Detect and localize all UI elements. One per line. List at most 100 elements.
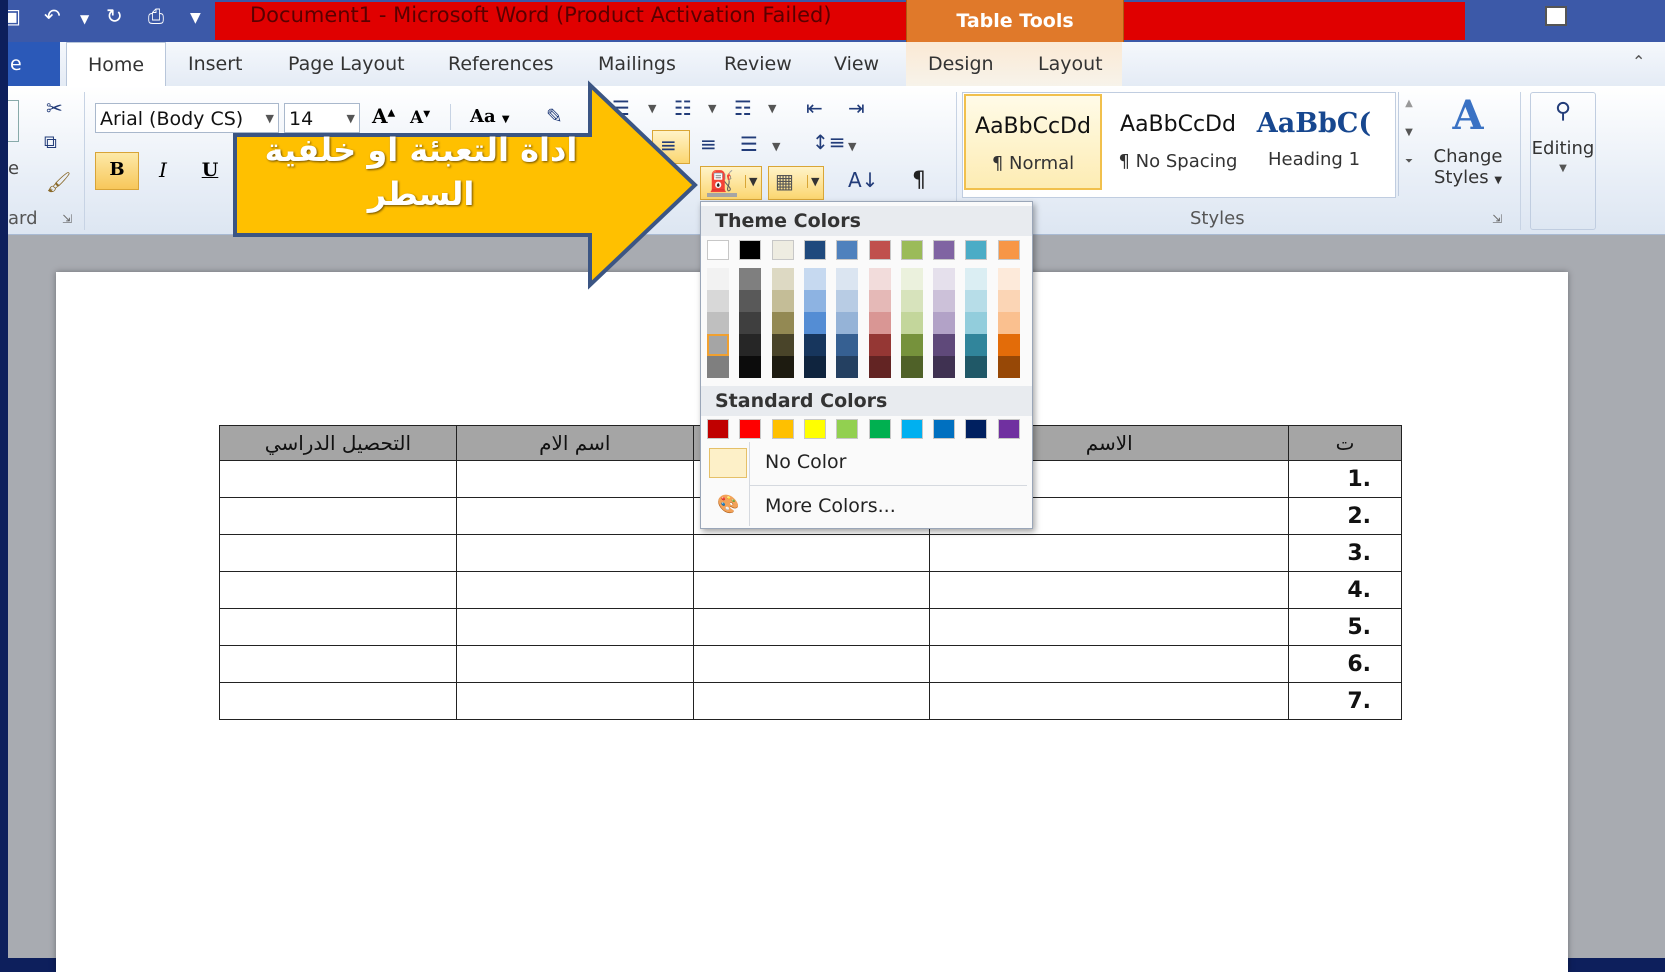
theme-color-swatch[interactable] <box>803 240 826 260</box>
row-number[interactable]: .3 <box>1288 534 1402 572</box>
line-spacing-icon[interactable]: ↕≡ <box>812 130 846 154</box>
theme-shade-swatch[interactable] <box>900 334 923 356</box>
paste-icon[interactable] <box>8 100 19 142</box>
theme-shade-swatch[interactable] <box>900 312 923 334</box>
shading-button[interactable]: ⛽ ▼ <box>700 166 762 200</box>
style-normal[interactable]: AaBbCcDd ¶ Normal <box>964 94 1102 190</box>
row-number[interactable]: .7 <box>1288 682 1402 720</box>
style-heading-1[interactable]: AaBbC( Heading 1 <box>1252 94 1376 190</box>
restore-window-button[interactable] <box>1545 6 1567 26</box>
increase-indent-icon[interactable]: ⇥ <box>848 96 865 120</box>
tab-review[interactable]: Review <box>724 42 792 86</box>
editing-button[interactable]: ⚲ Editing ▼ <box>1530 92 1596 230</box>
multilevel-dropdown-icon[interactable]: ▼ <box>768 102 776 115</box>
standard-color-swatch[interactable] <box>933 419 956 439</box>
theme-shade-swatch[interactable] <box>997 334 1020 356</box>
styles-scroll-down-icon[interactable]: ▼ <box>1399 127 1419 138</box>
theme-color-swatch[interactable] <box>900 240 923 260</box>
row-number[interactable]: .4 <box>1288 571 1402 609</box>
theme-shade-swatch[interactable] <box>739 290 762 312</box>
theme-shade-swatch[interactable] <box>836 356 859 378</box>
underline-button[interactable]: U <box>195 152 225 188</box>
theme-shade-swatch[interactable] <box>868 290 891 312</box>
show-formatting-icon[interactable]: ¶ <box>912 168 926 193</box>
table-cell[interactable] <box>455 645 694 683</box>
clipboard-launcher-icon[interactable]: ⇲ <box>62 212 72 226</box>
theme-shade-swatch[interactable] <box>707 356 729 378</box>
theme-shade-swatch[interactable] <box>836 334 859 356</box>
tab-view[interactable]: View <box>834 42 879 86</box>
standard-color-swatch[interactable] <box>997 419 1020 439</box>
theme-color-swatch[interactable] <box>707 240 729 260</box>
table-cell[interactable] <box>455 534 694 572</box>
theme-color-swatch[interactable] <box>836 240 859 260</box>
theme-shade-swatch[interactable] <box>803 356 826 378</box>
header-mother-name[interactable]: اسم الام <box>455 425 694 461</box>
theme-shade-swatch[interactable] <box>997 356 1020 378</box>
bold-button[interactable]: B <box>95 152 139 190</box>
theme-shade-swatch[interactable] <box>900 290 923 312</box>
numbering-dropdown-icon[interactable]: ▼ <box>708 102 716 115</box>
table-cell[interactable] <box>219 534 457 572</box>
cut-icon[interactable]: ✂ <box>46 96 63 120</box>
theme-shade-swatch[interactable] <box>868 312 891 334</box>
theme-shade-swatch[interactable] <box>965 290 988 312</box>
print-preview-icon[interactable]: ⎙ <box>148 4 164 28</box>
multilevel-list-icon[interactable]: ☶ <box>734 96 752 120</box>
theme-shade-swatch[interactable] <box>900 356 923 378</box>
format-painter-icon[interactable]: 🖌 <box>46 170 71 194</box>
table-cell[interactable] <box>692 608 931 646</box>
table-cell[interactable] <box>929 608 1290 646</box>
table-cell[interactable] <box>455 682 694 720</box>
tab-home[interactable]: Home <box>66 42 166 89</box>
header-education[interactable]: التحصيل الدراسي <box>219 425 457 461</box>
borders-button[interactable]: ▦ ▼ <box>768 166 824 200</box>
theme-shade-swatch[interactable] <box>997 268 1020 290</box>
styles-scroll-up-icon[interactable]: ▲ <box>1399 98 1419 109</box>
theme-color-swatch[interactable] <box>739 240 762 260</box>
table-cell[interactable] <box>219 460 457 498</box>
theme-shade-swatch[interactable] <box>997 290 1020 312</box>
style-no-spacing[interactable]: AaBbCcDd ¶ No Spacing <box>1108 94 1248 190</box>
theme-shade-swatch[interactable] <box>997 312 1020 334</box>
theme-shade-swatch[interactable] <box>739 268 762 290</box>
justify-icon[interactable]: ☰ <box>740 132 758 156</box>
theme-color-swatch[interactable] <box>771 240 794 260</box>
table-cell[interactable] <box>929 682 1290 720</box>
align-center-icon[interactable]: ≡ <box>700 132 717 156</box>
theme-shade-swatch[interactable] <box>803 312 826 334</box>
theme-color-swatch[interactable] <box>933 240 956 260</box>
row-number[interactable]: .2 <box>1288 497 1402 535</box>
standard-color-swatch[interactable] <box>868 419 891 439</box>
theme-shade-swatch[interactable] <box>965 356 988 378</box>
theme-shade-swatch[interactable] <box>900 268 923 290</box>
table-cell[interactable] <box>219 682 457 720</box>
theme-shade-swatch[interactable] <box>803 334 826 356</box>
undo-icon[interactable]: ↶ <box>44 4 61 28</box>
row-number[interactable]: .1 <box>1288 460 1402 498</box>
theme-shade-swatch[interactable] <box>771 268 794 290</box>
theme-shade-swatch[interactable] <box>933 290 956 312</box>
change-styles-button[interactable]: A Change Styles ▼ <box>1428 94 1508 189</box>
tab-layout[interactable]: Layout <box>1038 42 1103 86</box>
theme-color-swatch[interactable] <box>868 240 891 260</box>
theme-shade-swatch[interactable] <box>965 268 988 290</box>
theme-shade-swatch[interactable] <box>965 334 988 356</box>
theme-color-swatch[interactable] <box>965 240 988 260</box>
sort-icon[interactable]: A↓ <box>848 168 878 192</box>
table-cell[interactable] <box>692 682 931 720</box>
table-cell[interactable] <box>929 571 1290 609</box>
styles-more-icon[interactable]: ⏷ <box>1399 156 1419 167</box>
table-cell[interactable] <box>219 645 457 683</box>
table-cell[interactable] <box>455 497 694 535</box>
theme-shade-swatch[interactable] <box>771 356 794 378</box>
table-cell[interactable] <box>692 571 931 609</box>
theme-shade-swatch[interactable] <box>868 334 891 356</box>
table-cell[interactable] <box>455 460 694 498</box>
table-cell[interactable] <box>219 608 457 646</box>
paste-label[interactable]: e <box>8 158 19 179</box>
table-cell[interactable] <box>692 534 931 572</box>
theme-shade-swatch[interactable] <box>836 290 859 312</box>
theme-shade-swatch[interactable] <box>707 334 729 356</box>
theme-shade-swatch[interactable] <box>933 312 956 334</box>
